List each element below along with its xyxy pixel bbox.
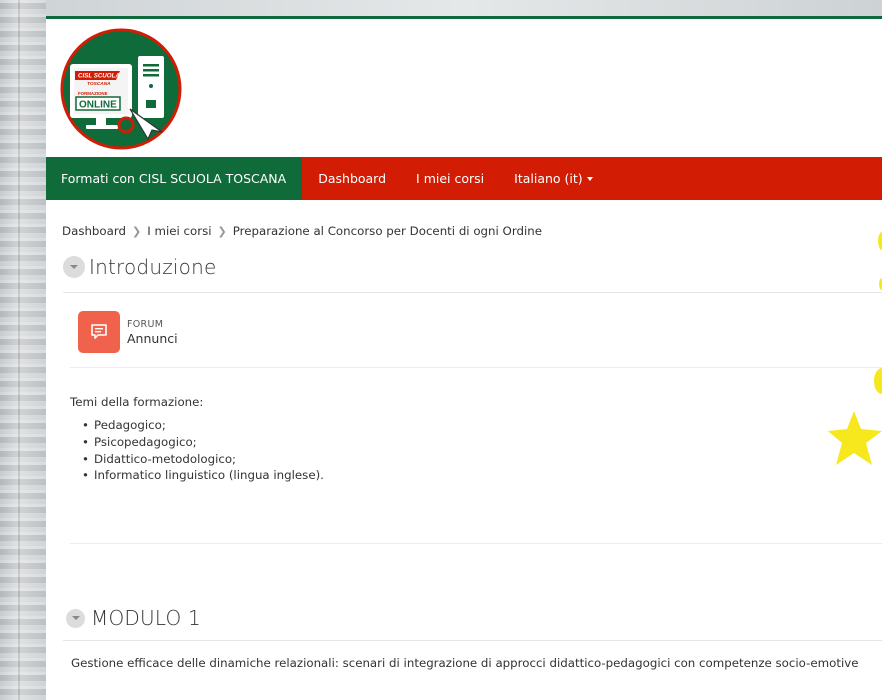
breadcrumb-dashboard[interactable]: Dashboard <box>62 224 126 238</box>
breadcrumb-my-courses[interactable]: I miei corsi <box>147 224 211 238</box>
list-item: Didattico-metodologico; <box>82 451 324 468</box>
section-collapse-toggle[interactable] <box>63 256 85 278</box>
page-content: CISL SCUOLA TOSCANA FORMAZIONE ONLINE Fo… <box>46 19 882 700</box>
activity-type: FORUM <box>127 318 164 330</box>
computer-cursor-logo-icon: CISL SCUOLA TOSCANA FORMAZIONE ONLINE <box>60 28 182 150</box>
section-description: Gestione efficace delle dinamiche relazi… <box>71 656 859 670</box>
chevron-right-icon: ❯ <box>217 225 227 238</box>
section-title: Introduzione <box>89 255 217 279</box>
site-logo[interactable]: CISL SCUOLA TOSCANA FORMAZIONE ONLINE <box>60 28 182 150</box>
yellow-blob-decoration-icon <box>879 278 882 290</box>
activity-forum[interactable]: FORUM Annunci <box>78 311 178 353</box>
list-item: Informatico linguistico (lingua inglese)… <box>82 467 324 484</box>
section-header-modulo-1: MODULO 1 <box>66 606 201 630</box>
chevron-down-icon <box>70 265 78 269</box>
activity-divider <box>70 367 882 368</box>
section-header-introduzione: Introduzione <box>63 255 216 279</box>
main-navbar: Formati con CISL SCUOLA TOSCANA Dashboar… <box>46 157 882 200</box>
logo-text-formazione: FORMAZIONE <box>78 91 108 96</box>
list-item: Psicopedagogico; <box>82 434 324 451</box>
breadcrumb: Dashboard ❯ I miei corsi ❯ Preparazione al C… <box>62 224 542 238</box>
yellow-blob-decoration-icon <box>878 232 882 250</box>
summary-heading: Temi della formazione: <box>70 395 204 409</box>
forum-icon <box>78 311 120 353</box>
section-divider <box>63 640 882 641</box>
yellow-blob-decoration-icon <box>874 368 882 394</box>
top-background-strip <box>46 0 882 19</box>
language-menu[interactable]: Italiano (it) <box>499 157 608 200</box>
section-collapse-toggle[interactable] <box>66 608 85 628</box>
summary-list: Pedagogico; Psicopedagogico; Didattico-m… <box>70 417 324 484</box>
logo-text-toscana: TOSCANA <box>87 81 111 87</box>
section-end-divider <box>70 543 882 544</box>
chevron-right-icon: ❯ <box>132 225 142 238</box>
section-summary: Temi della formazione: Pedagogico; Psico… <box>70 395 324 484</box>
yellow-star-decoration-icon <box>828 411 882 465</box>
section-divider <box>63 292 882 293</box>
breadcrumb-course[interactable]: Preparazione al Concorso per Docenti di … <box>233 224 542 238</box>
activity-name-link[interactable]: Annunci <box>127 331 178 346</box>
nav-link-my-courses[interactable]: I miei corsi <box>401 157 499 200</box>
nav-link-dashboard[interactable]: Dashboard <box>302 157 401 200</box>
list-item: Pedagogico; <box>82 417 324 434</box>
chevron-down-icon <box>71 616 80 620</box>
logo-text-online: ONLINE <box>79 100 117 111</box>
wood-background-left <box>0 0 46 700</box>
navbar-brand[interactable]: Formati con CISL SCUOLA TOSCANA <box>46 157 303 200</box>
section-title: MODULO 1 <box>91 606 201 630</box>
logo-text-cisl: CISL SCUOLA <box>78 73 120 80</box>
language-menu-label: Italiano (it) <box>514 171 583 186</box>
caret-down-icon <box>586 176 593 181</box>
